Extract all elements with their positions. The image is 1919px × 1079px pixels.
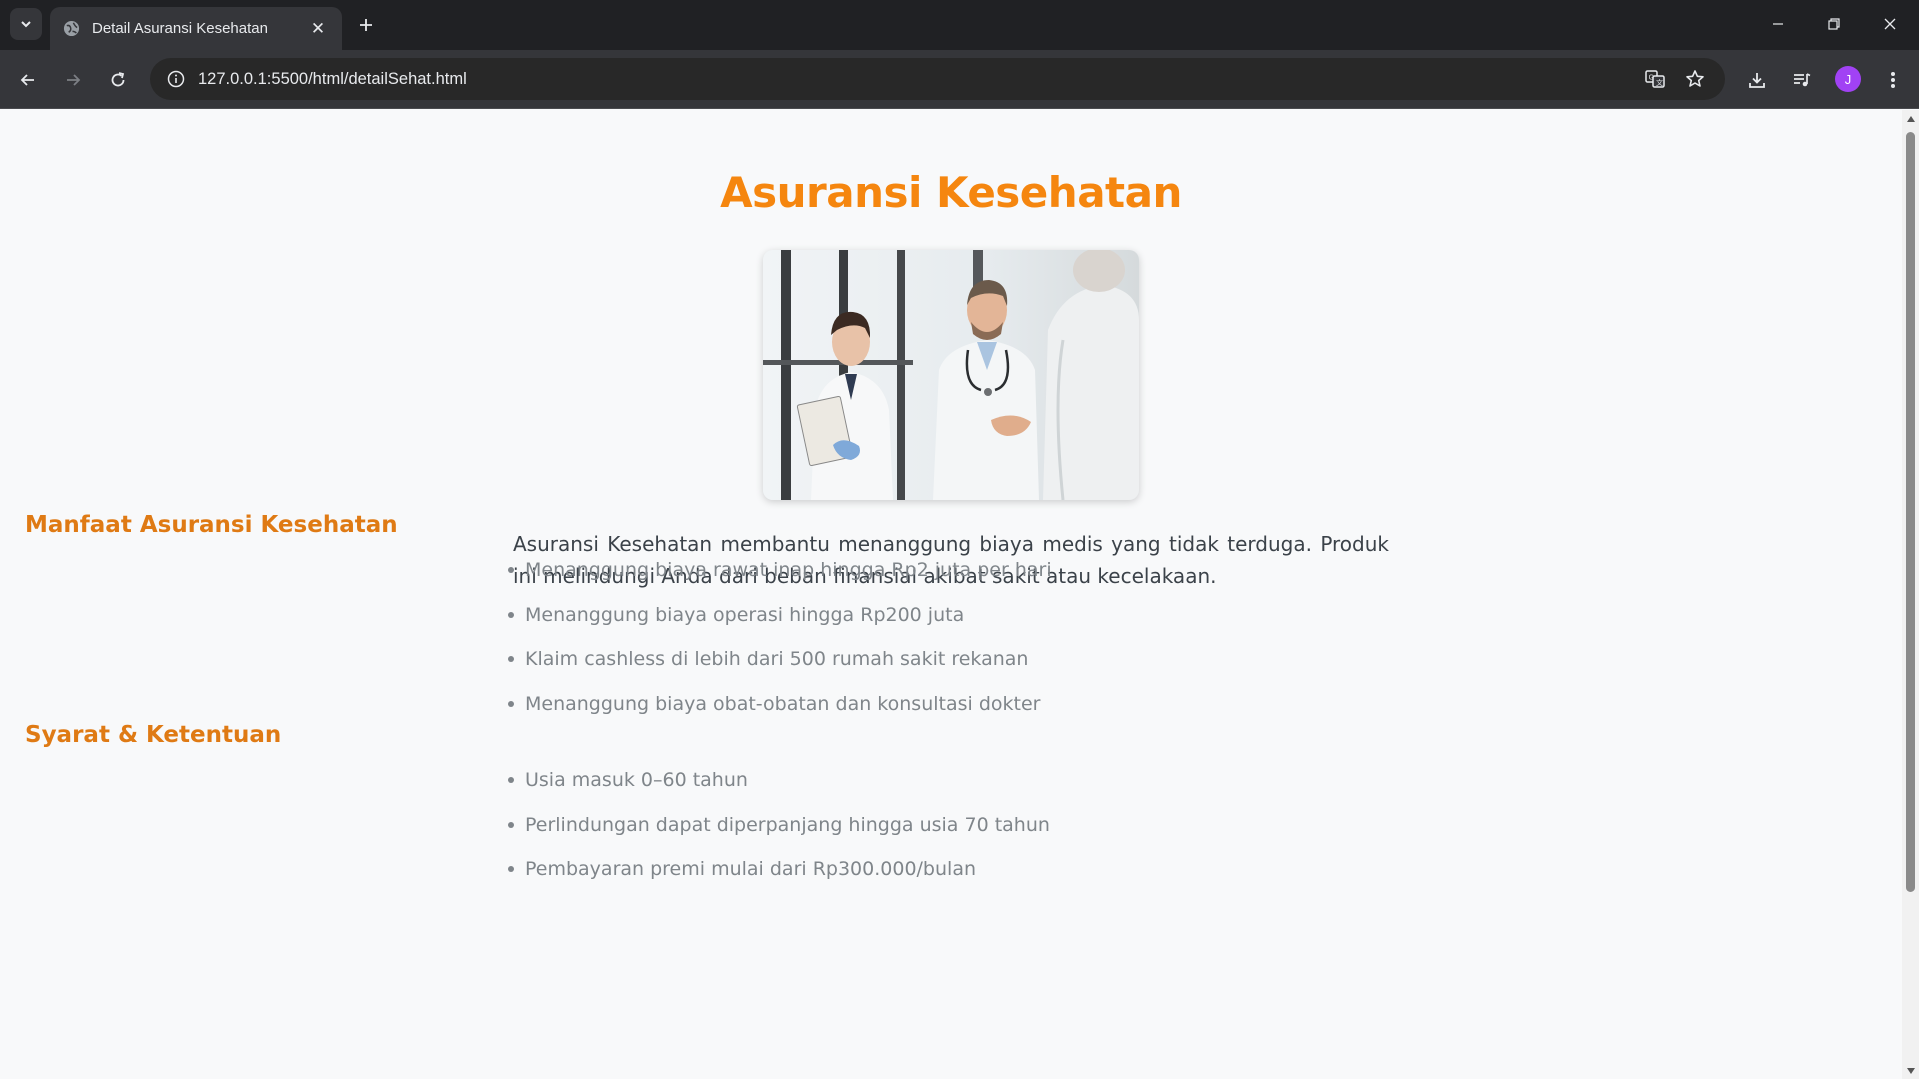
- media-control-icon[interactable]: [1785, 63, 1819, 97]
- svg-text:G: G: [1649, 75, 1654, 82]
- minimize-icon: [1773, 23, 1783, 25]
- minimize-button[interactable]: [1750, 0, 1806, 48]
- terms-list: Usia masuk 0–60 tahun Perlindungan dapat…: [508, 765, 1050, 899]
- restore-icon: [1828, 18, 1840, 30]
- active-tab[interactable]: Detail Asuransi Kesehatan ✕: [50, 7, 342, 50]
- more-menu-icon[interactable]: [1876, 63, 1910, 97]
- address-bar[interactable]: 127.0.0.1:5500/html/detailSehat.html: [150, 58, 1725, 100]
- url-text: 127.0.0.1:5500/html/detailSehat.html: [198, 69, 467, 88]
- benefits-heading: Manfaat Asuransi Kesehatan: [25, 512, 398, 538]
- list-item: Klaim cashless di lebih dari 500 rumah s…: [508, 644, 1052, 689]
- close-tab-icon[interactable]: ✕: [306, 17, 330, 41]
- tab-search-button[interactable]: [10, 8, 42, 40]
- doctors-hero-image: [763, 250, 1139, 500]
- new-tab-button[interactable]: [351, 10, 381, 40]
- list-item: Menanggung biaya rawat inap hingga Rp2 j…: [508, 555, 1052, 600]
- plus-icon: [360, 19, 372, 31]
- page-viewport: Asuransi Kesehatan Asuransi Kesehatan me…: [0, 110, 1902, 1079]
- translate-icon[interactable]: G文: [1638, 58, 1672, 100]
- tab-title: Detail Asuransi Kesehatan: [92, 20, 268, 37]
- back-button[interactable]: [11, 63, 45, 97]
- reload-icon: [111, 72, 125, 87]
- page-title: Asuransi Kesehatan: [720, 168, 1182, 217]
- browser-toolbar: 127.0.0.1:5500/html/detailSehat.html G文: [0, 50, 1919, 109]
- close-window-button[interactable]: [1862, 0, 1918, 48]
- browser-tab-bar: Detail Asuransi Kesehatan ✕: [0, 0, 1919, 50]
- list-item: Pembayaran premi mulai dari Rp300.000/bu…: [508, 854, 1050, 899]
- list-item: Usia masuk 0–60 tahun: [508, 765, 1050, 810]
- scroll-thumb[interactable]: [1906, 132, 1915, 892]
- arrow-left-icon: [20, 74, 34, 86]
- download-icon[interactable]: [1740, 63, 1774, 97]
- page-scrollbar[interactable]: [1902, 110, 1919, 1079]
- terms-heading: Syarat & Ketentuan: [25, 722, 282, 748]
- globe-icon: [62, 20, 80, 38]
- star-icon[interactable]: [1678, 58, 1712, 100]
- forward-button[interactable]: [56, 63, 90, 97]
- restore-button[interactable]: [1806, 0, 1862, 48]
- reload-button[interactable]: [101, 63, 135, 97]
- list-item: Perlindungan dapat diperpanjang hingga u…: [508, 810, 1050, 855]
- profile-avatar[interactable]: J: [1835, 66, 1861, 92]
- svg-text:文: 文: [1656, 78, 1663, 87]
- scroll-up-icon[interactable]: [1905, 113, 1916, 124]
- close-icon: [1884, 18, 1896, 30]
- scroll-down-icon[interactable]: [1905, 1065, 1916, 1076]
- list-item: Menanggung biaya operasi hingga Rp200 ju…: [508, 600, 1052, 645]
- benefits-list: Menanggung biaya rawat inap hingga Rp2 j…: [508, 555, 1052, 734]
- list-item: Menanggung biaya obat-obatan dan konsult…: [508, 689, 1052, 734]
- arrow-right-icon: [67, 74, 81, 86]
- chevron-down-icon: [21, 21, 31, 28]
- site-info-icon[interactable]: [154, 58, 198, 100]
